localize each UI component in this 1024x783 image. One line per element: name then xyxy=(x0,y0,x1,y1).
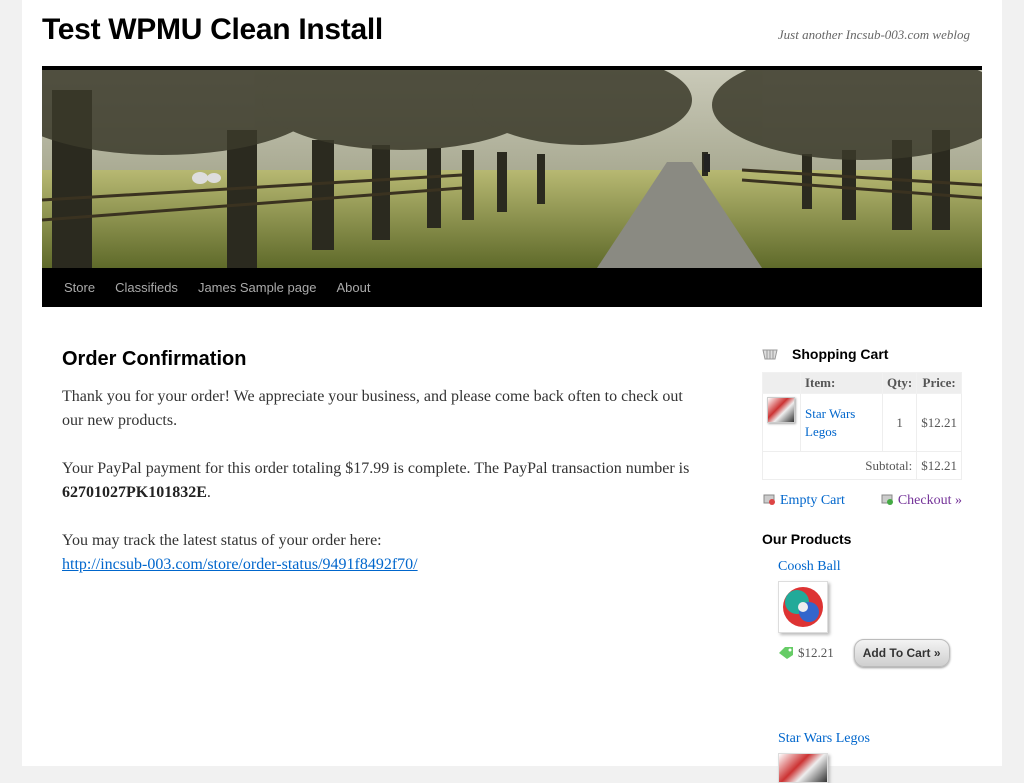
product-star-wars-legos: Star Wars Legos xyxy=(778,731,962,783)
cart-table: Item: Qty: Price: Star Wars Legos 1 $12.… xyxy=(761,372,962,480)
paypal-message: Your PayPal payment for this order total… xyxy=(62,460,690,477)
product-name[interactable]: Coosh Ball xyxy=(778,559,962,575)
empty-cart-icon xyxy=(763,494,775,505)
paypal-text: Your PayPal payment for this order total… xyxy=(62,457,692,505)
page: Test WPMU Clean Install Just another Inc… xyxy=(22,0,1002,783)
shopping-cart-title: Shopping Cart xyxy=(792,346,889,362)
nav-item-store[interactable]: Store xyxy=(54,280,105,295)
page-title: Order Confirmation xyxy=(62,348,247,370)
cart-icon xyxy=(762,349,778,360)
subtotal-value: $12.21 xyxy=(916,451,962,480)
coosh-ball-image[interactable] xyxy=(778,581,828,633)
our-products-title: Our Products xyxy=(762,531,852,547)
product-price-row: $12.21 Add To Cart » xyxy=(778,639,962,667)
product-coosh-ball: Coosh Ball $12.21 Add To Cart » xyxy=(778,559,962,667)
sidebar: Shopping Cart Item: Qty: Price: Star War… xyxy=(761,346,962,783)
cart-row: Star Wars Legos 1 $12.21 xyxy=(762,393,962,452)
site-title[interactable]: Test WPMU Clean Install xyxy=(42,13,383,47)
main-content: Order Confirmation Thank you for your or… xyxy=(62,348,692,601)
cart-header-image xyxy=(762,372,801,394)
cart-item-name-cell: Star Wars Legos xyxy=(800,393,883,452)
product-name[interactable]: Star Wars Legos xyxy=(778,731,962,747)
checkout-label: Checkout » xyxy=(897,493,962,508)
lego-thumbnail[interactable] xyxy=(767,397,795,423)
header-image xyxy=(42,66,982,268)
main-nav: Store Classifieds James Sample page Abou… xyxy=(42,268,982,307)
cart-subtotal-row: Subtotal: $12.21 xyxy=(761,451,962,480)
order-status-link[interactable]: http://incsub-003.com/store/order-status… xyxy=(62,556,418,573)
nav-item-about[interactable]: About xyxy=(326,280,380,295)
checkout-icon xyxy=(881,494,893,505)
paypal-period: . xyxy=(206,484,211,501)
cart-item-thumb-cell xyxy=(762,393,801,452)
shopping-cart-header: Shopping Cart xyxy=(762,346,962,362)
add-to-cart-button[interactable]: Add To Cart » xyxy=(853,639,950,667)
cart-header-qty: Qty: xyxy=(881,372,918,394)
site-description: Just another Incsub-003.com weblog xyxy=(777,27,970,42)
cart-item-link[interactable]: Star Wars Legos xyxy=(805,406,855,439)
cart-item-qty: 1 xyxy=(881,393,918,452)
track-message: You may track the latest status of your … xyxy=(62,532,382,549)
thanks-text: Thank you for your order! We appreciate … xyxy=(62,388,683,429)
price-tag-icon xyxy=(779,647,793,659)
subtotal-label: Subtotal: xyxy=(761,451,918,480)
transaction-number: 62701027PK101832E xyxy=(62,484,207,501)
lego-image[interactable] xyxy=(778,753,828,783)
cart-actions: Empty Cart Checkout » xyxy=(762,492,962,509)
cart-header-price: Price: xyxy=(916,372,962,394)
product-price: $12.21 xyxy=(798,645,834,660)
empty-cart-button[interactable]: Empty Cart xyxy=(762,492,845,509)
track-text: You may track the latest status of your … xyxy=(62,529,692,577)
nav-item-classifieds[interactable]: Classifieds xyxy=(105,280,188,295)
empty-cart-label: Empty Cart xyxy=(780,493,845,508)
checkout-button[interactable]: Checkout » xyxy=(880,492,962,509)
cart-item-price: $12.21 xyxy=(916,393,962,452)
cart-header-item: Item: xyxy=(800,372,883,394)
nav-item-james-sample-page[interactable]: James Sample page xyxy=(188,280,327,295)
